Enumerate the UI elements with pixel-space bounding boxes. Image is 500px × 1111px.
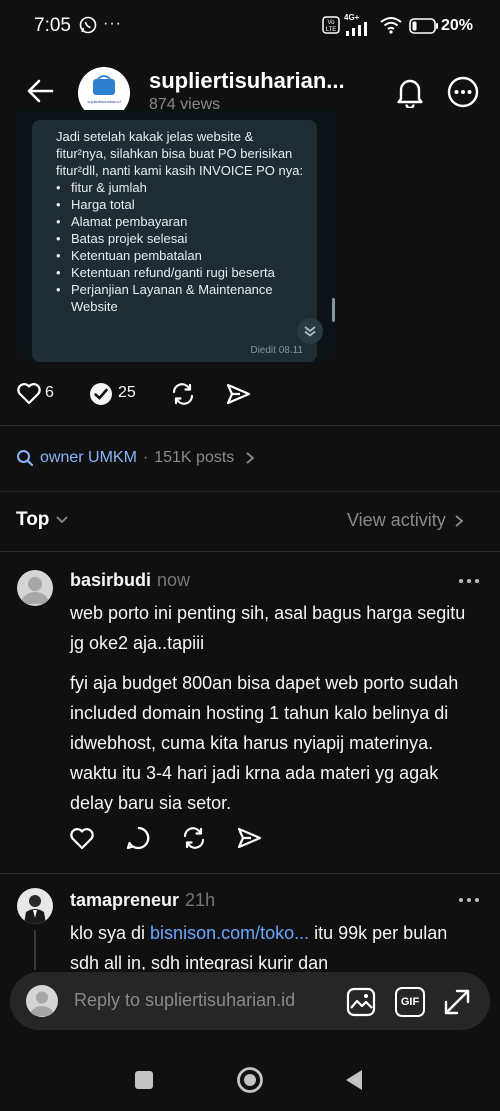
chat-list-item: fitur & jumlah xyxy=(56,179,307,196)
whatsapp-notification-icon xyxy=(79,16,97,34)
gif-label: GIF xyxy=(400,996,420,1008)
image-attach-icon[interactable] xyxy=(346,987,376,1017)
topic-separator: · xyxy=(142,449,149,466)
view-activity-link[interactable]: View activity xyxy=(347,510,464,531)
more-options-icon[interactable] xyxy=(447,76,479,108)
comment-text: web porto ini penting sih, asal bagus ha… xyxy=(70,603,466,653)
comment-time: now xyxy=(157,570,191,590)
sort-dropdown[interactable]: Top xyxy=(16,509,69,531)
avatar[interactable] xyxy=(17,570,53,606)
bell-icon[interactable] xyxy=(395,76,425,108)
reply-icon[interactable] xyxy=(125,825,151,851)
reply-composer[interactable]: Reply to supliertisuharian.id GIF xyxy=(10,972,490,1030)
divider xyxy=(0,425,500,426)
expand-icon[interactable] xyxy=(442,987,472,1017)
battery-percent: 20% xyxy=(441,17,474,34)
comment-button[interactable] xyxy=(88,381,114,407)
volte-icon: Vo LTE xyxy=(322,16,340,34)
divider xyxy=(0,491,500,492)
default-user-icon xyxy=(30,991,54,1016)
divider xyxy=(0,873,500,874)
like-button[interactable] xyxy=(16,381,42,405)
svg-text:LTE: LTE xyxy=(326,27,337,33)
system-nav-bar xyxy=(0,1040,500,1111)
chat-list-item: Alamat pembayaran xyxy=(56,213,307,230)
share-icon[interactable] xyxy=(226,382,252,406)
back-arrow-icon[interactable] xyxy=(26,78,54,104)
composer-avatar xyxy=(26,985,58,1017)
chat-intro-text: Jadi setelah kakak jelas website & fitur… xyxy=(56,129,304,178)
battery-icon xyxy=(409,18,439,34)
network-type: 4G+ xyxy=(344,13,360,22)
comment-link[interactable]: bisnison.com/toko... xyxy=(150,923,309,943)
comment-text: fyi aja budget 800an bisa dapet web port… xyxy=(70,673,459,813)
post-image[interactable]: Jadi setelah kakak jelas website & fitur… xyxy=(16,110,336,362)
status-bar: 7:05 ··· Vo LTE 4G+ 20% xyxy=(0,0,500,52)
like-button[interactable] xyxy=(69,826,95,850)
comment-count: 25 xyxy=(118,384,136,401)
default-user-icon xyxy=(21,577,49,604)
view-activity-label: View activity xyxy=(347,510,446,530)
chat-scroll-down-button xyxy=(297,318,323,344)
chat-message-bubble: Jadi setelah kakak jelas website & fitur… xyxy=(32,120,317,362)
topic-posts-count: 151K posts xyxy=(154,449,235,466)
logo-text: supliertisuharian.id xyxy=(87,99,121,104)
wifi-icon xyxy=(380,16,402,34)
back-button[interactable] xyxy=(344,1069,364,1091)
signal-icon xyxy=(344,22,374,36)
thread-line xyxy=(34,930,36,970)
like-count: 6 xyxy=(45,384,54,401)
comment-more-icon[interactable] xyxy=(458,578,480,584)
chat-edited-time: Diedit 08.11 xyxy=(250,345,303,356)
comment-username[interactable]: basirbudi xyxy=(70,570,151,591)
search-icon xyxy=(17,450,34,467)
chevron-right-icon xyxy=(455,514,464,527)
share-icon[interactable] xyxy=(237,826,263,850)
comment-more-icon[interactable] xyxy=(458,897,480,903)
gif-button[interactable]: GIF xyxy=(395,987,425,1017)
topic-chip[interactable]: owner UMKM · 151K posts xyxy=(16,449,256,467)
chat-list-item: Batas projek selesai xyxy=(56,230,307,247)
sort-label: Top xyxy=(16,509,50,530)
chevron-down-icon xyxy=(56,516,69,524)
svg-text:Vo: Vo xyxy=(327,20,335,26)
repost-icon[interactable] xyxy=(170,381,196,407)
topic-tag: owner UMKM xyxy=(40,449,137,466)
chevron-right-icon xyxy=(246,452,255,464)
chat-list-item: Ketentuan refund/ganti rugi beserta xyxy=(56,264,307,281)
chat-list-item: Ketentuan pembatalan xyxy=(56,247,307,264)
divider xyxy=(0,551,500,552)
status-time: 7:05 xyxy=(34,15,71,36)
more-notifications-icon: ··· xyxy=(103,15,122,32)
double-chevron-down-icon xyxy=(304,326,316,337)
user-photo-icon xyxy=(24,895,46,924)
repost-icon[interactable] xyxy=(181,825,207,851)
comment-username[interactable]: tamapreneur xyxy=(70,890,179,911)
chat-list-item: Perjanjian Layanan & Maintenance Website xyxy=(56,281,307,315)
chat-scrollbar xyxy=(332,298,335,322)
comment-text-prefix: klo sya di xyxy=(70,923,151,943)
comment-time: 21h xyxy=(185,890,216,910)
avatar[interactable] xyxy=(17,888,53,924)
home-button[interactable] xyxy=(236,1066,264,1094)
reply-input[interactable]: Reply to supliertisuharian.id xyxy=(74,990,295,1011)
profile-name[interactable]: supliertisuharian... xyxy=(149,68,345,94)
chat-list-item: Harga total xyxy=(56,196,307,213)
recent-apps-button[interactable] xyxy=(134,1070,154,1090)
comment-text: klo sya di bisnison.com/toko... itu 99k … xyxy=(70,918,480,970)
